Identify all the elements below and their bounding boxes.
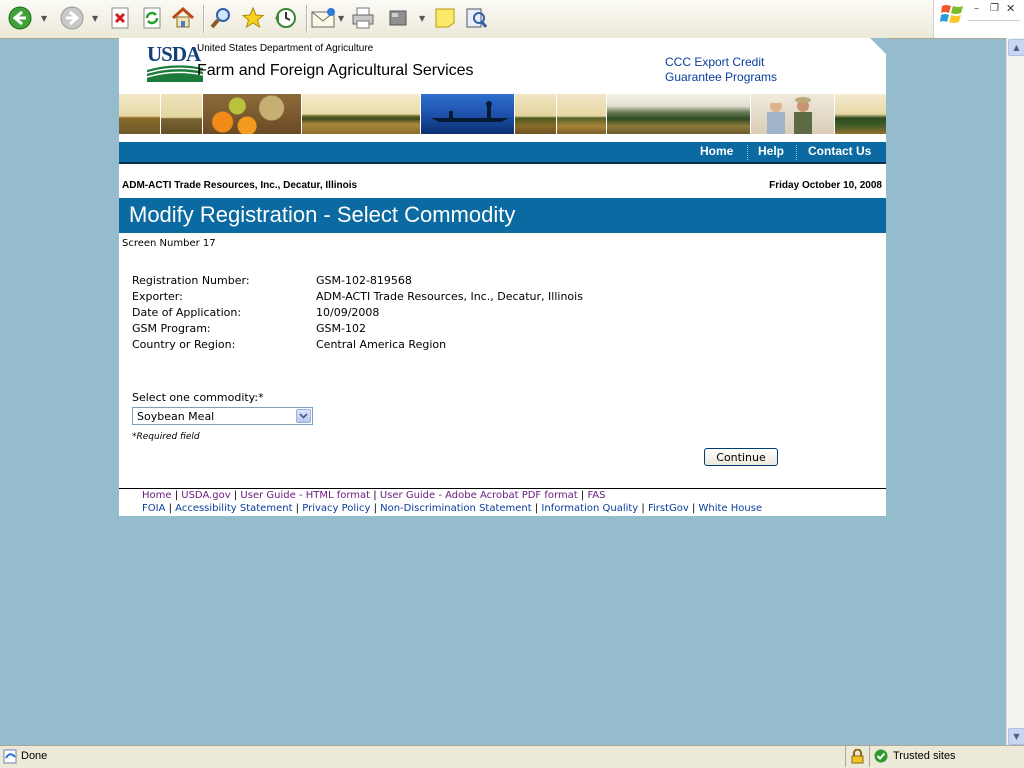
- banner-photo-field: [515, 94, 557, 134]
- web-page: USDA United States Department of Agricul…: [119, 38, 886, 516]
- footer-divider: [119, 488, 886, 489]
- page-title: Modify Registration - Select Commodity: [129, 202, 516, 227]
- banner-photo-field: [557, 94, 607, 134]
- ccc-programs-link[interactable]: CCC Export Credit Guarantee Programs: [665, 55, 777, 85]
- scroll-up-icon[interactable]: ▲: [1008, 39, 1024, 56]
- field-value: ADM-ACTI Trade Resources, Inc., Decatur,…: [316, 290, 583, 303]
- agency-name: Farm and Foreign Agricultural Services: [197, 62, 474, 79]
- field-label: GSM Program:: [132, 322, 211, 335]
- footer-links-primary: Home | USDA.gov | User Guide - HTML form…: [142, 490, 606, 501]
- top-nav: Home Help Contact Us: [119, 142, 886, 164]
- mail-dropdown-icon[interactable]: ▼: [338, 14, 344, 23]
- footer-link-user-guide-pdf[interactable]: User Guide - Adobe Acrobat PDF format: [380, 490, 578, 501]
- footer-link-user-guide-html[interactable]: User Guide - HTML format: [240, 490, 370, 501]
- print-icon[interactable]: [350, 5, 376, 31]
- minimize-icon[interactable]: –: [974, 3, 979, 14]
- history-icon[interactable]: [272, 5, 298, 31]
- continue-button[interactable]: Continue: [704, 448, 778, 466]
- commodity-select[interactable]: Soybean Meal: [132, 407, 313, 425]
- field-value: Central America Region: [316, 338, 447, 351]
- banner-photo-field: [119, 94, 161, 134]
- footer-link-accessibility[interactable]: Accessibility Statement: [175, 503, 292, 514]
- ie-page-icon: [3, 749, 18, 767]
- forward-dropdown-icon[interactable]: ▼: [92, 14, 98, 23]
- screen-number: Screen Number 17: [122, 238, 216, 249]
- research-icon[interactable]: [463, 5, 489, 31]
- field-label: Country or Region:: [132, 338, 236, 351]
- commodity-select-label: Select one commodity:*: [132, 391, 264, 404]
- nav-home-link[interactable]: Home: [700, 144, 733, 158]
- footer-link-non-discrimination[interactable]: Non-Discrimination Statement: [380, 503, 532, 514]
- edit-icon[interactable]: [385, 5, 411, 31]
- current-date: Friday October 10, 2008: [769, 180, 882, 191]
- footer-link-firstgov[interactable]: FirstGov: [648, 503, 689, 514]
- nav-help-link[interactable]: Help: [758, 144, 784, 158]
- field-value: 10/09/2008: [316, 306, 380, 319]
- banner-photo-field: [161, 94, 203, 134]
- close-icon[interactable]: ✕: [1006, 2, 1015, 15]
- back-icon[interactable]: [7, 5, 33, 31]
- chevron-down-icon[interactable]: [296, 409, 311, 423]
- company-name: ADM-ACTI Trade Resources, Inc., Decatur,…: [122, 180, 358, 191]
- banner-photo-farmers: [751, 94, 835, 134]
- scroll-down-icon[interactable]: ▼: [1008, 728, 1024, 745]
- stop-icon[interactable]: [107, 5, 133, 31]
- page-title-bar: Modify Registration - Select Commodity: [119, 198, 886, 233]
- lock-icon: [851, 748, 864, 767]
- nav-contact-link[interactable]: Contact Us: [808, 144, 871, 158]
- banner-photo-forest: [835, 94, 886, 134]
- department-name: United States Department of Agriculture: [197, 43, 374, 54]
- mail-icon[interactable]: [311, 5, 337, 31]
- status-bar: Done Trusted sites: [0, 745, 1024, 768]
- footer-link-usda[interactable]: USDA.gov: [181, 490, 230, 501]
- home-icon[interactable]: [170, 5, 196, 31]
- required-field-note: *Required field: [132, 432, 200, 442]
- banner-photo-mountain: [607, 94, 751, 134]
- site-header: USDA United States Department of Agricul…: [119, 38, 886, 94]
- vertical-scrollbar[interactable]: ▲ ▼: [1006, 38, 1024, 746]
- usda-logo[interactable]: USDA: [133, 42, 203, 82]
- search-icon[interactable]: [208, 5, 234, 31]
- windows-logo-area: – ❐ ✕: [933, 0, 1024, 38]
- discuss-icon[interactable]: [432, 5, 458, 31]
- forward-icon[interactable]: [59, 5, 85, 31]
- corner-fold: [870, 38, 886, 54]
- restore-icon[interactable]: ❐: [990, 3, 999, 14]
- field-value: GSM-102: [316, 322, 366, 335]
- usda-logo-stripes-icon: [147, 65, 203, 82]
- footer-link-privacy[interactable]: Privacy Policy: [302, 503, 370, 514]
- footer-link-home[interactable]: Home: [142, 490, 172, 501]
- footer-links-secondary: FOIA | Accessibility Statement | Privacy…: [142, 503, 763, 514]
- footer-link-information-quality[interactable]: Information Quality: [541, 503, 638, 514]
- banner-photo-canoe: [421, 94, 515, 134]
- edit-dropdown-icon[interactable]: ▼: [419, 14, 425, 23]
- field-label: Registration Number:: [132, 274, 250, 287]
- photo-banner: [119, 94, 886, 134]
- selected-commodity: Soybean Meal: [137, 410, 215, 423]
- field-value: GSM-102-819568: [316, 274, 412, 287]
- favorites-icon[interactable]: [240, 5, 266, 31]
- security-zone-text: Trusted sites: [893, 750, 956, 762]
- banner-photo-fruit: [203, 94, 302, 134]
- footer-link-white-house[interactable]: White House: [699, 503, 763, 514]
- browser-toolbar: ▼ ▼ ▼ ▼ – ❐ ✕: [0, 0, 1024, 39]
- field-label: Exporter:: [132, 290, 183, 303]
- footer-link-fas[interactable]: FAS: [587, 490, 605, 501]
- windows-logo-icon: [940, 3, 966, 29]
- footer-link-foia[interactable]: FOIA: [142, 503, 165, 514]
- trusted-check-icon: [874, 749, 888, 766]
- refresh-icon[interactable]: [139, 5, 165, 31]
- status-text: Done: [21, 750, 48, 762]
- back-dropdown-icon[interactable]: ▼: [41, 14, 47, 23]
- banner-photo-field: [302, 94, 421, 134]
- field-label: Date of Application:: [132, 306, 242, 319]
